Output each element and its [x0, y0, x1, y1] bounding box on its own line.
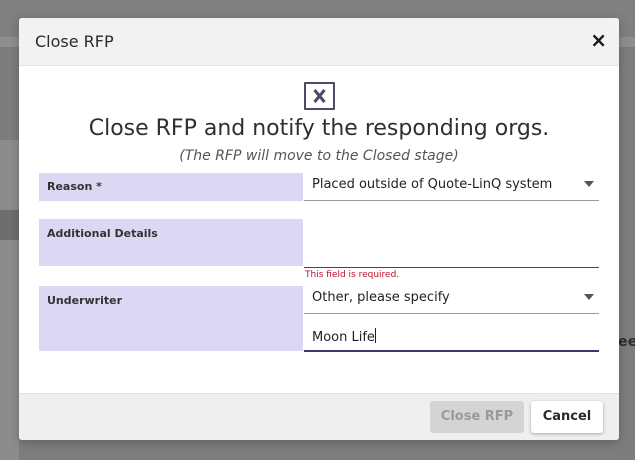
dropdown-arrow-icon [584, 181, 594, 187]
text-caret [374, 328, 376, 343]
underwriter-other-value: Moon Life [312, 330, 375, 345]
reason-select-value: Placed outside of Quote-LinQ system [312, 177, 553, 192]
background-edge-text: ees [618, 334, 635, 350]
dropdown-arrow-icon [584, 294, 594, 300]
close-icon[interactable]: × [590, 30, 607, 50]
additional-details-label-text: Additional Details [47, 227, 158, 240]
dialog-header: Close RFP × [19, 18, 619, 66]
underwriter-label-text: Underwriter [47, 294, 123, 307]
dialog-footer: Close RFP Cancel [19, 393, 619, 440]
additional-details-label: Additional Details [39, 219, 303, 266]
background-side-panel [0, 140, 19, 460]
dialog-subheading: (The RFP will move to the Closed stage) [179, 148, 459, 164]
additional-details-field[interactable] [304, 219, 599, 268]
cancel-button[interactable]: Cancel [531, 401, 603, 433]
close-rfp-button[interactable]: Close RFP [430, 401, 524, 433]
reason-label-text: Reason * [47, 180, 102, 193]
reason-select[interactable]: Placed outside of Quote-LinQ system [304, 172, 599, 201]
x-box-icon [304, 82, 335, 110]
underwriter-select[interactable]: Other, please specify [304, 285, 599, 314]
close-rfp-dialog: Close RFP × Close RFP and notify the res… [19, 18, 619, 440]
dialog-title: Close RFP [35, 32, 114, 51]
underwriter-other-input[interactable]: Moon Life [304, 322, 599, 352]
reason-label: Reason * [39, 173, 303, 201]
background-row [0, 210, 19, 240]
additional-details-error: This field is required. [305, 270, 400, 280]
dialog-heading: Close RFP and notify the responding orgs… [88, 116, 550, 141]
underwriter-label: Underwriter [39, 286, 303, 351]
underwriter-select-value: Other, please specify [312, 290, 450, 305]
